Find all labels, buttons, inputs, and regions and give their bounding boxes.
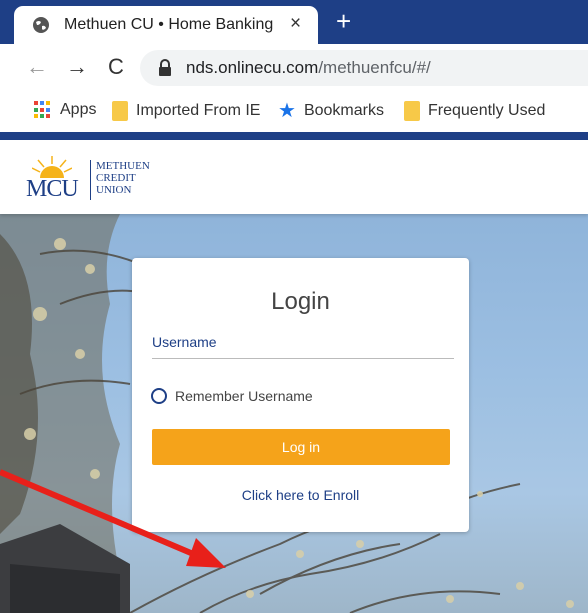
bookmark-imported-from-ie[interactable]: Imported From IE (112, 101, 260, 121)
logo-divider (90, 160, 91, 200)
back-button[interactable]: ← (26, 54, 48, 80)
address-bar[interactable]: nds.onlinecu.com/methuenfcu/#/ (140, 50, 588, 86)
tab-title: Methuen CU • Home Banking (64, 16, 274, 33)
address-url: nds.onlinecu.com/methuenfcu/#/ (186, 58, 431, 78)
tab-close-button[interactable]: × (290, 14, 301, 34)
mcu-logo[interactable]: MCU METHUEN CREDIT UNION (20, 154, 170, 204)
folder-icon (112, 101, 128, 121)
site-header: MCU METHUEN CREDIT UNION (0, 140, 588, 214)
remember-username-option[interactable]: Remember Username (151, 388, 313, 404)
url-host: nds.onlinecu.com (186, 58, 319, 77)
logo-wordmark: METHUEN CREDIT UNION (96, 160, 150, 196)
browser-tab-bar: Methuen CU • Home Banking × + (0, 0, 588, 44)
logo-word: METHUEN (96, 160, 150, 172)
bookmark-label: Frequently Used (428, 102, 546, 119)
bookmark-bookmarks[interactable]: ★ Bookmarks (278, 101, 384, 121)
username-input[interactable] (152, 330, 454, 359)
bookmark-apps[interactable]: Apps (34, 101, 96, 119)
reload-button[interactable]: C (108, 54, 124, 80)
bookmark-label: Bookmarks (303, 102, 384, 119)
enroll-link[interactable]: Click here to Enroll (132, 487, 469, 503)
bookmark-frequently-used[interactable]: Frequently Used (404, 101, 545, 121)
remember-username-label: Remember Username (175, 388, 313, 404)
new-tab-button[interactable]: + (336, 8, 351, 34)
browser-toolbar: ← → C nds.onlinecu.com/methuenfcu/#/ (0, 44, 588, 92)
forward-button[interactable]: → (66, 54, 88, 80)
login-title: Login (271, 288, 330, 315)
login-button[interactable]: Log in (152, 429, 450, 465)
star-icon: ★ (278, 100, 296, 122)
url-path: /methuenfcu/#/ (318, 58, 431, 77)
page-top-border (0, 132, 588, 140)
folder-icon (404, 101, 420, 121)
remember-username-radio[interactable] (151, 388, 167, 404)
lock-icon (159, 59, 171, 76)
logo-word: CREDIT (96, 172, 136, 184)
browser-tab[interactable]: Methuen CU • Home Banking × (14, 6, 318, 44)
bookmarks-bar: Apps Imported From IE ★ Bookmarks Freque… (0, 92, 588, 132)
bookmark-label: Imported From IE (136, 102, 261, 119)
logo-mark: MCU (26, 176, 79, 202)
login-card: Login Username Remember Username Log in … (132, 258, 469, 532)
globe-icon (33, 17, 49, 33)
logo-word: UNION (96, 184, 132, 196)
apps-grid-icon (34, 101, 52, 119)
bookmark-label: Apps (60, 101, 97, 118)
